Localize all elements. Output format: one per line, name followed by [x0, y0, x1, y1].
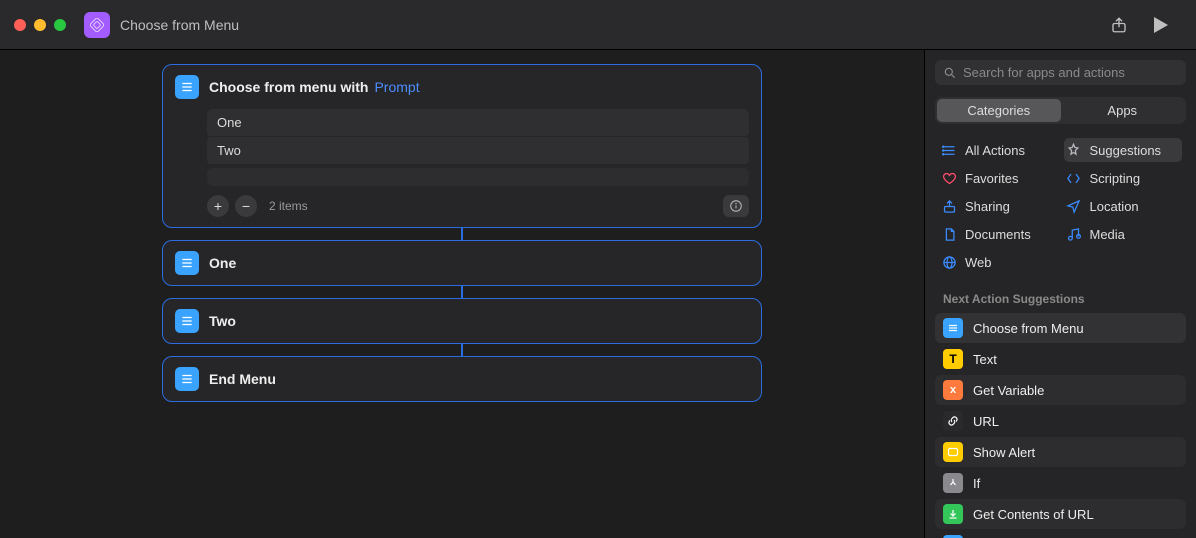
- suggestion-label: URL: [973, 414, 999, 429]
- add-item-button[interactable]: +: [207, 195, 229, 217]
- category-doc[interactable]: Documents: [939, 222, 1058, 246]
- remove-item-button[interactable]: −: [235, 195, 257, 217]
- all-icon: [941, 142, 957, 158]
- zoom-window-button[interactable]: [54, 19, 66, 31]
- share-icon: [941, 198, 957, 214]
- connector: [461, 344, 463, 356]
- close-window-button[interactable]: [14, 19, 26, 31]
- category-label: Media: [1090, 227, 1125, 242]
- suggestion-item[interactable]: If: [935, 468, 1186, 498]
- action-title: Choose from menu with: [209, 79, 368, 95]
- end-label: End Menu: [209, 371, 276, 387]
- case-block-one[interactable]: One: [162, 240, 762, 286]
- search-icon: [943, 66, 957, 80]
- category-media[interactable]: Media: [1064, 222, 1183, 246]
- search-field[interactable]: [935, 60, 1186, 85]
- category-label: Scripting: [1090, 171, 1141, 186]
- run-button[interactable]: [1154, 17, 1168, 33]
- minimize-window-button[interactable]: [34, 19, 46, 31]
- suggestion-item[interactable]: T Text: [935, 344, 1186, 374]
- titlebar: Choose from Menu: [0, 0, 1196, 50]
- suggestion-item[interactable]: Show Alert: [935, 437, 1186, 467]
- category-sugg[interactable]: Suggestions: [1064, 138, 1183, 162]
- suggestion-label: If: [973, 476, 980, 491]
- loc-icon: [1066, 198, 1082, 214]
- suggestion-icon: x: [943, 380, 963, 400]
- suggestion-item[interactable]: Ask for Input: [935, 530, 1186, 538]
- category-loc[interactable]: Location: [1064, 194, 1183, 218]
- category-label: Favorites: [965, 171, 1018, 186]
- case-label: Two: [209, 313, 236, 329]
- sugg-icon: [1066, 142, 1082, 158]
- shortcut-app-icon: [84, 12, 110, 38]
- suggestion-item[interactable]: URL: [935, 406, 1186, 436]
- search-input[interactable]: [963, 65, 1178, 80]
- connector: [461, 228, 463, 240]
- category-label: All Actions: [965, 143, 1025, 158]
- category-label: Sharing: [965, 199, 1010, 214]
- suggestion-item[interactable]: Get Contents of URL: [935, 499, 1186, 529]
- segment-apps[interactable]: Apps: [1061, 99, 1185, 122]
- case-label: One: [209, 255, 236, 271]
- media-icon: [1066, 226, 1082, 242]
- menu-item[interactable]: Two: [207, 137, 749, 164]
- scr-icon: [1066, 170, 1082, 186]
- segment-categories[interactable]: Categories: [937, 99, 1061, 122]
- library-sidebar: Categories Apps All Actions Suggestions Fa…: [924, 50, 1196, 538]
- category-all[interactable]: All Actions: [939, 138, 1058, 162]
- action-block-choose-from-menu[interactable]: Choose from menu with Prompt One Two + −…: [162, 64, 762, 228]
- suggestion-label: Choose from Menu: [973, 321, 1084, 336]
- category-label: Web: [965, 255, 992, 270]
- suggestion-icon: [943, 442, 963, 462]
- suggestion-label: Get Contents of URL: [973, 507, 1094, 522]
- item-count: 2 items: [269, 199, 308, 213]
- action-info-button[interactable]: [723, 195, 749, 217]
- suggestion-label: Show Alert: [973, 445, 1035, 460]
- suggestion-icon: [943, 473, 963, 493]
- category-fav[interactable]: Favorites: [939, 166, 1058, 190]
- library-segmented-control[interactable]: Categories Apps: [935, 97, 1186, 124]
- case-block-two[interactable]: Two: [162, 298, 762, 344]
- suggestion-label: Text: [973, 352, 997, 367]
- suggestion-icon: [943, 504, 963, 524]
- suggestion-icon: [943, 411, 963, 431]
- suggestion-icon: T: [943, 349, 963, 369]
- menu-icon: [175, 367, 199, 391]
- doc-icon: [941, 226, 957, 242]
- workflow-canvas[interactable]: Choose from menu with Prompt One Two + −…: [0, 50, 924, 538]
- suggestion-label: Get Variable: [973, 383, 1044, 398]
- category-label: Location: [1090, 199, 1139, 214]
- menu-icon: [175, 75, 199, 99]
- menu-item-add-slot[interactable]: [207, 168, 749, 186]
- end-menu-block[interactable]: End Menu: [162, 356, 762, 402]
- suggestions-heading: Next Action Suggestions: [933, 284, 1188, 312]
- web-icon: [941, 254, 957, 270]
- category-share[interactable]: Sharing: [939, 194, 1058, 218]
- suggestion-item[interactable]: x Get Variable: [935, 375, 1186, 405]
- suggestion-icon: [943, 318, 963, 338]
- category-label: Documents: [965, 227, 1031, 242]
- category-scr[interactable]: Scripting: [1064, 166, 1183, 190]
- fav-icon: [941, 170, 957, 186]
- category-web[interactable]: Web: [939, 250, 1058, 274]
- menu-icon: [175, 309, 199, 333]
- suggestion-item[interactable]: Choose from Menu: [935, 313, 1186, 343]
- connector: [461, 286, 463, 298]
- share-icon[interactable]: [1110, 16, 1128, 34]
- prompt-parameter[interactable]: Prompt: [374, 79, 419, 95]
- category-label: Suggestions: [1090, 143, 1162, 158]
- window-title: Choose from Menu: [120, 17, 1110, 33]
- menu-icon: [175, 251, 199, 275]
- menu-items-list: One Two: [207, 109, 749, 186]
- menu-item[interactable]: One: [207, 109, 749, 136]
